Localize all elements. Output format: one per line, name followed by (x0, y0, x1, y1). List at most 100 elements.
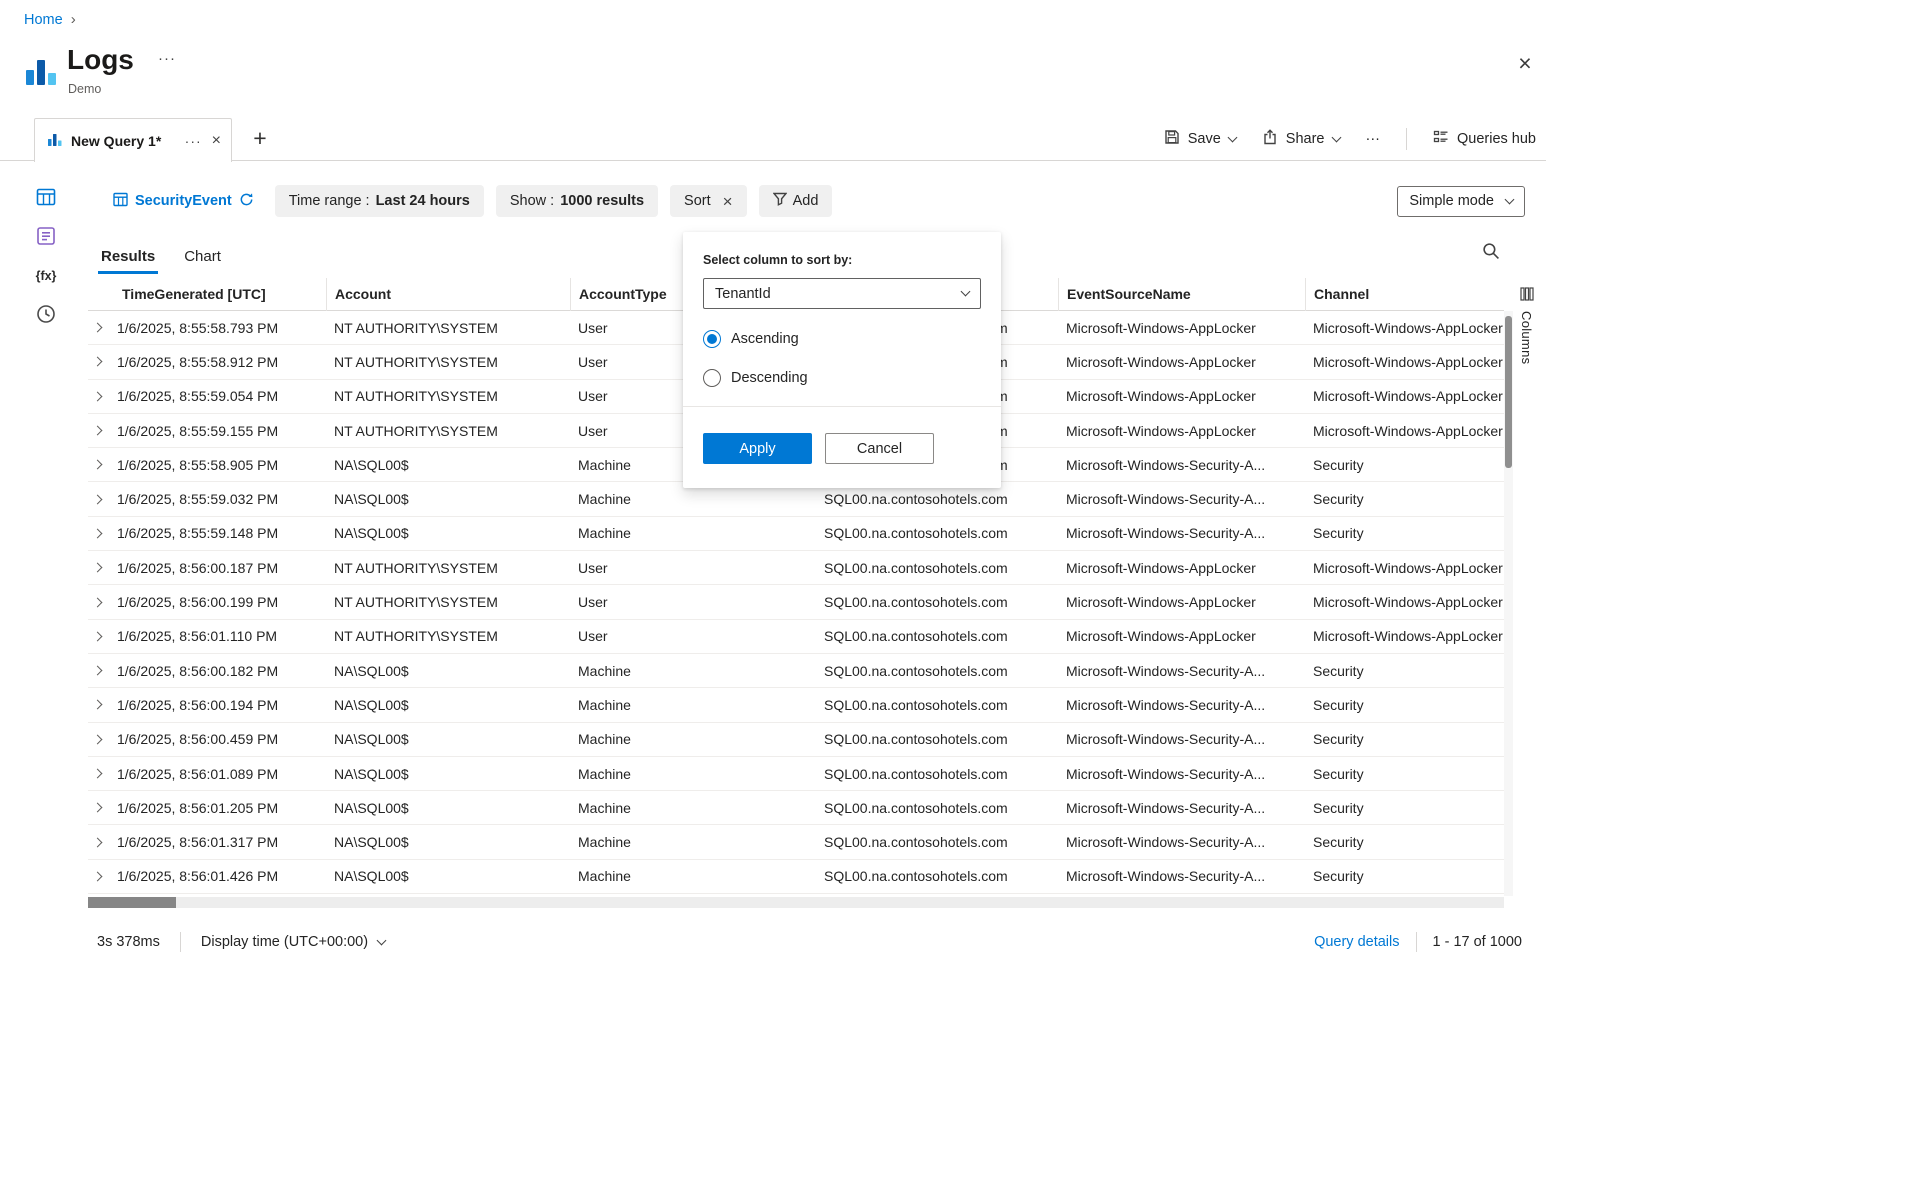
apply-button[interactable]: Apply (703, 433, 812, 464)
vertical-scrollbar-thumb[interactable] (1505, 316, 1512, 468)
query-details-link[interactable]: Query details (1314, 934, 1399, 950)
cell-computer: SQL00.na.contosohotels.com (816, 628, 1058, 644)
cell-eventsourcename: Microsoft-Windows-Security-A... (1058, 491, 1305, 507)
sidebar-item-query-history[interactable] (33, 305, 59, 325)
remove-sort-icon[interactable]: × (723, 193, 733, 210)
sort-column-dropdown[interactable]: TenantId (703, 278, 981, 309)
cell-accounttype: Machine (570, 834, 816, 850)
cancel-button[interactable]: Cancel (825, 433, 934, 464)
cell-channel: Security (1305, 766, 1504, 782)
queries-hub-button[interactable]: Queries hub (1433, 129, 1536, 149)
row-expand-chevron-icon[interactable] (93, 391, 103, 401)
tab-new-query-1[interactable]: New Query 1* ··· × (34, 118, 232, 162)
table-row[interactable]: 1/6/2025, 8:56:00.459 PM NA\SQL00$ Machi… (88, 723, 1504, 757)
cell-timegenerated: 1/6/2025, 8:55:59.032 PM (88, 491, 326, 507)
row-expand-chevron-icon[interactable] (93, 837, 103, 847)
radio-unselected-icon[interactable] (703, 369, 721, 387)
row-expand-chevron-icon[interactable] (93, 357, 103, 367)
tab-close-icon[interactable]: × (210, 132, 223, 150)
time-range-pill[interactable]: Time range : Last 24 hours (275, 185, 484, 217)
row-expand-chevron-icon[interactable] (93, 769, 103, 779)
horizontal-scrollbar-thumb[interactable] (88, 897, 176, 908)
search-icon[interactable] (1482, 241, 1504, 263)
row-expand-chevron-icon[interactable] (93, 803, 103, 813)
row-expand-chevron-icon[interactable] (93, 426, 103, 436)
cell-account: NT AUTHORITY\SYSTEM (326, 388, 570, 404)
show-results-pill[interactable]: Show : 1000 results (496, 185, 658, 217)
display-time-selector[interactable]: Display time (UTC+00:00) (201, 934, 385, 950)
query-tab-label: New Query 1* (71, 133, 161, 149)
cell-timegenerated: 1/6/2025, 8:56:00.199 PM (88, 594, 326, 610)
tab-chart[interactable]: Chart (184, 248, 221, 274)
tab-more-icon[interactable]: ··· (185, 133, 202, 149)
horizontal-scrollbar[interactable] (88, 897, 1504, 908)
table-row[interactable]: 1/6/2025, 8:56:00.182 PM NA\SQL00$ Machi… (88, 654, 1504, 688)
breadcrumb-home-link[interactable]: Home (24, 12, 63, 28)
page-more-icon[interactable]: ··· (158, 50, 176, 67)
share-button[interactable]: Share (1262, 129, 1340, 149)
col-timegenerated[interactable]: TimeGenerated [UTC] (88, 278, 326, 311)
cell-eventsourcename: Microsoft-Windows-Security-A... (1058, 800, 1305, 816)
row-expand-chevron-icon[interactable] (93, 631, 103, 641)
row-expand-chevron-icon[interactable] (93, 563, 103, 573)
cell-accounttype: Machine (570, 491, 816, 507)
ascending-radio[interactable]: Ascending (703, 330, 981, 348)
table-row[interactable]: 1/6/2025, 8:56:01.205 PM NA\SQL00$ Machi… (88, 791, 1504, 825)
table-row[interactable]: 1/6/2025, 8:56:01.317 PM NA\SQL00$ Machi… (88, 825, 1504, 859)
selected-table-chip[interactable]: SecurityEvent (88, 192, 254, 211)
col-account[interactable]: Account (326, 278, 570, 311)
row-expand-chevron-icon[interactable] (93, 666, 103, 676)
refresh-icon[interactable] (239, 192, 254, 211)
status-divider (180, 932, 181, 952)
table-row[interactable]: 1/6/2025, 8:56:01.089 PM NA\SQL00$ Machi… (88, 757, 1504, 791)
cell-eventsourcename: Microsoft-Windows-Security-A... (1058, 525, 1305, 541)
table-row[interactable]: 1/6/2025, 8:56:00.194 PM NA\SQL00$ Machi… (88, 688, 1504, 722)
add-tab-button[interactable]: + (246, 124, 274, 152)
row-expand-chevron-icon[interactable] (93, 528, 103, 538)
row-expand-chevron-icon[interactable] (93, 734, 103, 744)
vertical-scrollbar[interactable] (1504, 311, 1513, 896)
tables-icon (36, 187, 56, 210)
sidebar-item-functions[interactable]: {fx} (33, 266, 59, 286)
cell-computer: SQL00.na.contosohotels.com (816, 800, 1058, 816)
cell-channel: Security (1305, 525, 1504, 541)
cell-channel: Security (1305, 457, 1504, 473)
mode-selector[interactable]: Simple mode (1397, 186, 1525, 217)
sidebar-item-queries[interactable] (33, 227, 59, 247)
cell-eventsourcename: Microsoft-Windows-AppLocker (1058, 423, 1305, 439)
cell-computer: SQL00.na.contosohotels.com (816, 594, 1058, 610)
table-row[interactable]: 1/6/2025, 8:56:00.199 PM NT AUTHORITY\SY… (88, 585, 1504, 619)
tab-results[interactable]: Results (101, 248, 155, 274)
table-row[interactable]: 1/6/2025, 8:56:01.110 PM NT AUTHORITY\SY… (88, 620, 1504, 654)
row-expand-chevron-icon[interactable] (93, 460, 103, 470)
cell-account: NA\SQL00$ (326, 663, 570, 679)
table-row[interactable]: 1/6/2025, 8:56:01.426 PM NA\SQL00$ Machi… (88, 860, 1504, 894)
row-expand-chevron-icon[interactable] (93, 597, 103, 607)
query-tab-bar: New Query 1* ··· × + Save Share ··· Quer… (0, 117, 1546, 161)
row-expand-chevron-icon[interactable] (93, 700, 103, 710)
col-channel[interactable]: Channel (1305, 278, 1504, 311)
table-row[interactable]: 1/6/2025, 8:55:59.148 PM NA\SQL00$ Machi… (88, 517, 1504, 551)
cell-computer: SQL00.na.contosohotels.com (816, 731, 1058, 747)
add-filter-pill[interactable]: Add (759, 185, 833, 217)
row-expand-chevron-icon[interactable] (93, 323, 103, 333)
more-actions-icon[interactable]: ··· (1366, 131, 1381, 147)
cell-channel: Microsoft-Windows-AppLocker (1305, 628, 1504, 644)
cell-eventsourcename: Microsoft-Windows-Security-A... (1058, 834, 1305, 850)
descending-radio[interactable]: Descending (703, 369, 981, 387)
query-duration: 3s 378ms (88, 934, 160, 950)
radio-selected-icon[interactable] (703, 330, 721, 348)
col-eventsourcename[interactable]: EventSourceName (1058, 278, 1305, 311)
save-button[interactable]: Save (1164, 129, 1236, 149)
columns-pane-toggle[interactable]: Columns (1519, 287, 1534, 364)
cell-accounttype: Machine (570, 697, 816, 713)
table-row[interactable]: 1/6/2025, 8:56:00.187 PM NT AUTHORITY\SY… (88, 551, 1504, 585)
row-expand-chevron-icon[interactable] (93, 871, 103, 881)
cell-channel: Security (1305, 491, 1504, 507)
sidebar-item-tables[interactable] (33, 188, 59, 208)
close-icon[interactable]: × (1510, 48, 1540, 78)
history-clock-icon (36, 304, 56, 327)
sort-pill[interactable]: Sort × (670, 185, 747, 217)
row-expand-chevron-icon[interactable] (93, 494, 103, 504)
cell-channel: Security (1305, 800, 1504, 816)
